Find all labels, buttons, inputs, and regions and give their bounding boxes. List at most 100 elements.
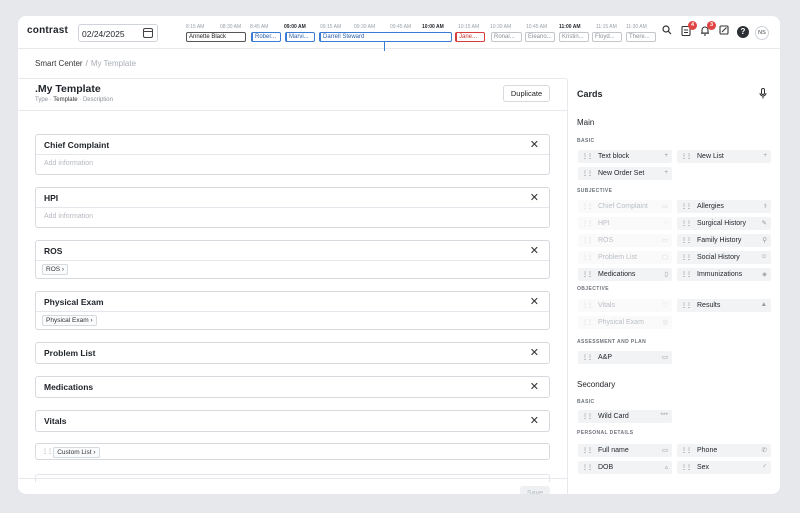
drag-handle-icon[interactable]: ⋮⋮: [582, 414, 593, 420]
search-icon[interactable]: [660, 25, 674, 39]
drag-handle-icon[interactable]: ⋮⋮: [42, 448, 53, 455]
calendar-icon[interactable]: [143, 28, 153, 38]
type-value[interactable]: Template: [53, 97, 77, 103]
app-logo[interactable]: contrast: [27, 25, 68, 36]
template-section[interactable]: HPI ✕ Add information: [35, 187, 550, 228]
drag-handle-icon: ⋮⋮: [582, 303, 593, 309]
card-item[interactable]: ⋮⋮ DOB ▵: [578, 461, 672, 474]
card-item[interactable]: ⋮⋮ Social History ☺: [677, 251, 771, 264]
duplicate-button[interactable]: Duplicate: [503, 85, 550, 102]
microphone-icon[interactable]: [759, 88, 767, 102]
appointment-block[interactable]: Darrell Steward: [319, 32, 452, 42]
card-item[interactable]: ⋮⋮ Results ▲: [677, 299, 771, 312]
drag-handle-icon[interactable]: ⋮⋮: [582, 154, 593, 160]
close-icon[interactable]: ✕: [530, 380, 539, 393]
card-type-icon: ♂: [762, 463, 767, 470]
card-item[interactable]: ⋮⋮ Text block +: [578, 150, 672, 163]
appointment-block[interactable]: Floyd...: [592, 32, 622, 42]
appointment-block[interactable]: Annette Black: [186, 32, 246, 42]
template-section[interactable]: Vitals ✕: [35, 410, 550, 432]
drag-handle-icon[interactable]: ⋮⋮: [582, 272, 593, 278]
card-type-icon: +: [664, 152, 668, 159]
drag-handle-icon[interactable]: ⋮⋮: [681, 303, 692, 309]
timeline-tick: 09:30 AM: [354, 24, 376, 30]
appointment-block[interactable]: Marvi...: [285, 32, 315, 42]
section-chip[interactable]: ROS ›: [42, 264, 69, 275]
card-type-icon: ◎: [662, 319, 668, 326]
card-item[interactable]: ⋮⋮ Wild Card ***: [578, 410, 672, 423]
card-type-icon: +: [664, 169, 668, 176]
tasks-icon[interactable]: 4: [679, 21, 697, 39]
drag-handle-icon[interactable]: ⋮⋮: [681, 255, 692, 261]
template-section[interactable]: Physical Exam ✕ Physical Exam ›: [35, 291, 550, 330]
close-icon[interactable]: ✕: [530, 295, 539, 308]
divider: [18, 110, 567, 111]
edit-note-icon[interactable]: [717, 25, 731, 39]
custom-list-row[interactable]: ⋮⋮ Custom List ›: [35, 443, 550, 460]
section-title: HPI: [44, 193, 59, 203]
appointment-block[interactable]: Rober...: [251, 32, 281, 42]
bell-icon[interactable]: 3: [698, 21, 716, 39]
card-label: A&P: [598, 354, 613, 361]
card-type-icon: +: [763, 152, 767, 159]
card-item[interactable]: ⋮⋮ New Order Set +: [578, 167, 672, 180]
card-item[interactable]: ⋮⋮ New List +: [677, 150, 771, 163]
card-type-icon: ◈: [762, 271, 767, 278]
drag-handle-icon[interactable]: ⋮⋮: [681, 272, 692, 278]
card-item[interactable]: ⋮⋮ Sex ♂: [677, 461, 771, 474]
card-item: ⋮⋮ Problem List ▢: [578, 251, 672, 264]
section-input[interactable]: Add information: [36, 155, 549, 174]
drag-handle-icon[interactable]: ⋮⋮: [582, 171, 593, 177]
card-item[interactable]: ⋮⋮ Phone ✆: [677, 444, 771, 457]
drag-handle-icon[interactable]: ⋮⋮: [681, 465, 692, 471]
close-icon[interactable]: ✕: [530, 244, 539, 257]
section-chip[interactable]: Physical Exam ›: [42, 315, 97, 326]
section-title: Medications: [44, 382, 94, 392]
drag-handle-icon[interactable]: ⋮⋮: [582, 448, 593, 454]
card-item[interactable]: ⋮⋮ A&P ▭: [578, 351, 672, 364]
template-section[interactable]: Medications ✕: [35, 376, 550, 398]
description-link[interactable]: · Description: [79, 97, 113, 103]
drag-handle-icon[interactable]: ⋮⋮: [681, 238, 692, 244]
drag-handle-icon[interactable]: ⋮⋮: [681, 221, 692, 227]
appointment-block[interactable]: Ronal...: [491, 32, 522, 42]
section-title: Vitals: [44, 416, 67, 426]
appointment-block[interactable]: Jane...: [455, 32, 485, 42]
drag-handle-icon[interactable]: ⋮⋮: [681, 204, 692, 210]
page-title[interactable]: .My Template: [35, 83, 101, 95]
card-label: New List: [697, 153, 724, 160]
template-section[interactable]: Problem List ✕: [35, 342, 550, 364]
card-label: Text block: [598, 153, 630, 160]
help-icon[interactable]: ?: [737, 26, 749, 38]
drag-handle-icon[interactable]: ⋮⋮: [582, 355, 593, 361]
card-item[interactable]: ⋮⋮ Surgical History ✎: [677, 217, 771, 230]
close-icon[interactable]: ✕: [530, 191, 539, 204]
section-input[interactable]: Add information: [36, 208, 549, 227]
card-item[interactable]: ⋮⋮ Medications ▯: [578, 268, 672, 281]
date-picker[interactable]: 02/24/2025: [78, 24, 158, 42]
card-item[interactable]: ⋮⋮ Family History ⚲: [677, 234, 771, 247]
drag-handle-icon[interactable]: ⋮⋮: [681, 448, 692, 454]
drag-handle-icon[interactable]: ⋮⋮: [681, 154, 692, 160]
save-button[interactable]: Save: [520, 486, 550, 494]
avatar[interactable]: NS: [755, 26, 769, 40]
section-title: Problem List: [44, 348, 96, 358]
card-item: ⋮⋮ Chief Complaint ▭: [578, 200, 672, 213]
custom-list-chip[interactable]: Custom List ›: [53, 447, 100, 458]
close-icon[interactable]: ✕: [530, 346, 539, 359]
appointment-block[interactable]: Kristin...: [559, 32, 589, 42]
appointment-block[interactable]: Eleano...: [525, 32, 555, 42]
card-item[interactable]: ⋮⋮ Immunizations ◈: [677, 268, 771, 281]
template-section[interactable]: Chief Complaint ✕ Add information: [35, 134, 550, 175]
card-type-icon: ▯: [664, 271, 668, 278]
template-section[interactable]: ROS ✕ ROS ›: [35, 240, 550, 279]
card-item[interactable]: ⋮⋮ Allergies ⚕: [677, 200, 771, 213]
close-icon[interactable]: ✕: [530, 138, 539, 151]
appointment-block[interactable]: There...: [626, 32, 656, 42]
close-icon[interactable]: ✕: [530, 414, 539, 427]
card-label: Immunizations: [697, 271, 743, 278]
card-item[interactable]: ⋮⋮ Full name ▭: [578, 444, 672, 457]
drag-handle-icon[interactable]: ⋮⋮: [582, 465, 593, 471]
breadcrumb-root[interactable]: Smart Center: [35, 59, 83, 68]
timeline-tick: 11:30 AM: [626, 24, 647, 30]
